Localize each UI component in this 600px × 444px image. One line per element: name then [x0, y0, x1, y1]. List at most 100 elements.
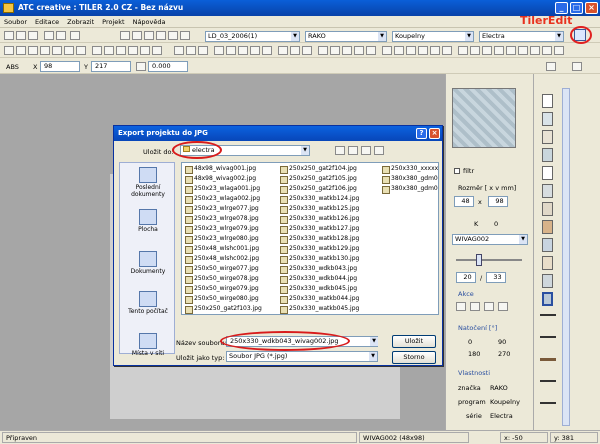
series-combo[interactable]: RAKO ▼: [305, 31, 387, 42]
file-item[interactable]: 250x330_watkb127.jpg: [280, 225, 359, 234]
dimension-icon[interactable]: [128, 46, 138, 55]
filename-dropdown[interactable]: ▼: [370, 337, 378, 346]
polyline-icon[interactable]: [104, 46, 114, 55]
rot-180[interactable]: 180: [468, 350, 480, 358]
pattern-6-icon[interactable]: [518, 46, 528, 55]
up-folder-icon[interactable]: [348, 146, 358, 155]
action-2-icon[interactable]: [470, 302, 480, 311]
file-item[interactable]: 250x330_watkb126.jpg: [280, 215, 359, 224]
window-icon[interactable]: [76, 46, 86, 55]
hand-icon[interactable]: [290, 46, 300, 55]
tile-border-swatch[interactable]: [540, 380, 556, 382]
place-desktop[interactable]: Plocha: [120, 209, 176, 233]
elevation-icon[interactable]: [394, 46, 404, 55]
file-item[interactable]: 250x23_wlrge078.jpg: [185, 215, 259, 224]
tile-border-swatch[interactable]: [540, 402, 556, 404]
file-item[interactable]: 250x50_wirge079.jpg: [185, 285, 259, 294]
select-icon[interactable]: [4, 46, 14, 55]
file-item[interactable]: 250x330_watkb044.jpg: [280, 295, 359, 304]
coord-x-input[interactable]: 98: [40, 61, 80, 72]
menu-soubor[interactable]: Soubor: [0, 16, 31, 28]
tile-swatch[interactable]: [542, 148, 553, 162]
file-item[interactable]: 48x98_wivag002.jpg: [185, 175, 256, 184]
pattern-4-icon[interactable]: [494, 46, 504, 55]
door-icon[interactable]: [64, 46, 74, 55]
file-item[interactable]: 250x330_watkb045.jpg: [280, 305, 359, 314]
filter-checkbox[interactable]: [454, 168, 460, 174]
zoom-in-icon[interactable]: [214, 46, 224, 55]
zoom-fit-icon[interactable]: [238, 46, 248, 55]
save-button[interactable]: Uložit: [392, 335, 436, 348]
zoom-icon[interactable]: [144, 31, 154, 40]
wall-view-icon[interactable]: [382, 46, 392, 55]
file-item[interactable]: 250x330_watkb130.jpg: [280, 255, 359, 264]
view-2d-icon[interactable]: [330, 46, 340, 55]
radio-0[interactable]: 0: [494, 220, 498, 228]
maximize-button[interactable]: □: [570, 2, 583, 14]
tile-border-swatch[interactable]: [540, 358, 556, 361]
pattern-8-icon[interactable]: [542, 46, 552, 55]
pattern-2-icon[interactable]: [470, 46, 480, 55]
action-1-icon[interactable]: [456, 302, 466, 311]
report-icon[interactable]: [442, 46, 452, 55]
file-item[interactable]: 380x380_gdm02: [382, 175, 438, 184]
tile-swatch[interactable]: [542, 220, 553, 234]
list-icon[interactable]: [418, 46, 428, 55]
slider-value[interactable]: 20: [456, 272, 476, 283]
undo-icon[interactable]: [44, 31, 54, 40]
file-item[interactable]: 250x330_watkb129.jpg: [280, 245, 359, 254]
place-network[interactable]: Místa v síti: [120, 333, 176, 357]
place-recent[interactable]: Poslední dokumenty: [120, 167, 176, 198]
file-item[interactable]: 48x98_wivag001.jpg: [185, 165, 256, 174]
arc-icon[interactable]: [116, 46, 126, 55]
print-icon[interactable]: [56, 31, 66, 40]
tile-swatch-selected[interactable]: [542, 292, 553, 306]
line-icon[interactable]: [92, 46, 102, 55]
file-item[interactable]: 250x50_wirge078.jpg: [185, 275, 259, 284]
file-item[interactable]: 250x23_wlaga001.jpg: [185, 185, 260, 194]
grid-icon[interactable]: [132, 31, 142, 40]
section-icon[interactable]: [406, 46, 416, 55]
place-documents[interactable]: Dokumenty: [120, 251, 176, 275]
tile-swatch[interactable]: [542, 112, 553, 126]
coord-y-input[interactable]: 217: [91, 61, 131, 72]
tile-swatch[interactable]: [542, 94, 553, 108]
tile-border-swatch[interactable]: [540, 336, 556, 338]
file-item[interactable]: 250x250_gat2f103.jpg: [185, 305, 262, 314]
rot-0[interactable]: 0: [468, 338, 472, 346]
filetype-combo[interactable]: Soubor JPG (*.jpg) ▼: [226, 351, 378, 362]
wall-icon[interactable]: [40, 46, 50, 55]
layer-icon[interactable]: [318, 46, 328, 55]
size-width[interactable]: 48: [454, 196, 474, 207]
panel-1-icon[interactable]: [546, 62, 556, 71]
file-item[interactable]: 250x330_xxxxxxx: [382, 165, 438, 174]
tile-swatch[interactable]: [542, 202, 553, 216]
tile-border-icon[interactable]: [186, 46, 196, 55]
tile-swatch[interactable]: [542, 184, 553, 198]
file-item[interactable]: 250x250_gat2f106.jpg: [280, 185, 357, 194]
minimize-button[interactable]: _: [555, 2, 568, 14]
file-item[interactable]: 250x23_wlrge080.jpg: [185, 235, 259, 244]
place-computer[interactable]: Tento počítač: [120, 291, 176, 315]
panel-2-icon[interactable]: [572, 62, 582, 71]
radio-k[interactable]: K: [474, 220, 478, 228]
file-item[interactable]: 250x250_gat2f104.jpg: [280, 165, 357, 174]
angle-input[interactable]: 0.000: [148, 61, 188, 72]
file-item[interactable]: 250x330_wdkb045.jpg: [280, 285, 357, 294]
pattern-5-icon[interactable]: [506, 46, 516, 55]
help-icon[interactable]: [70, 31, 80, 40]
file-item[interactable]: 250x50_wirge077.jpg: [185, 265, 259, 274]
save-icon[interactable]: [28, 31, 38, 40]
file-item[interactable]: 250x330_watkb124.jpg: [280, 195, 359, 204]
back-icon[interactable]: [335, 146, 345, 155]
dialog-close-button[interactable]: ×: [429, 128, 440, 139]
export-icon[interactable]: [168, 31, 178, 40]
text-icon[interactable]: [140, 46, 150, 55]
rotate-icon[interactable]: [28, 46, 38, 55]
light-icon[interactable]: [366, 46, 376, 55]
file-item[interactable]: 250x23_wlrge079.jpg: [185, 225, 259, 234]
view-3d-icon[interactable]: [342, 46, 352, 55]
tile-place-icon[interactable]: [174, 46, 184, 55]
open-icon[interactable]: [16, 31, 26, 40]
file-item[interactable]: 380x380_gdm02: [382, 185, 438, 194]
